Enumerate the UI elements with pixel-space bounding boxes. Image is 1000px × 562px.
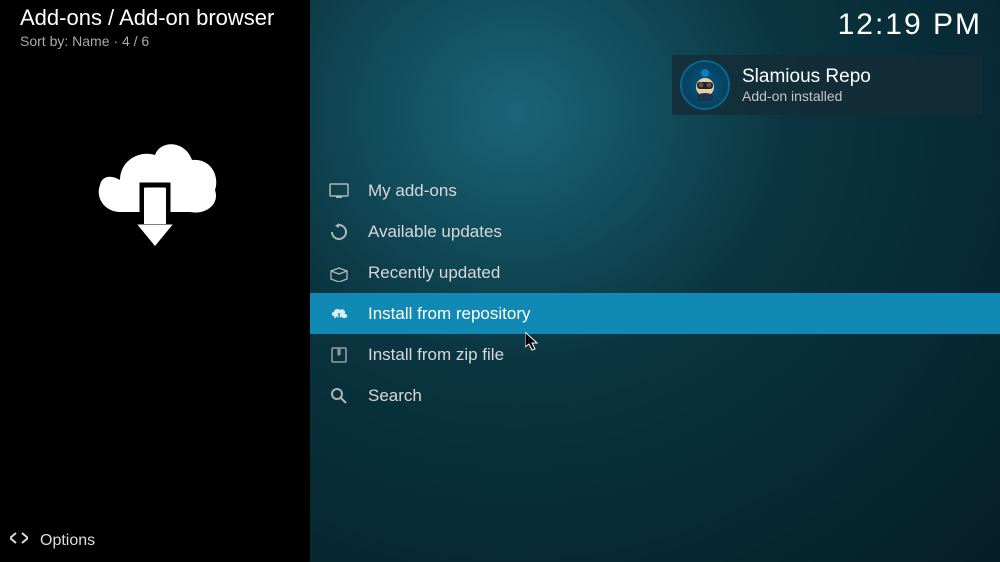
zip-icon [328, 344, 350, 366]
screen-icon [328, 180, 350, 202]
menu-label: Search [368, 386, 422, 406]
position-indicator: 4 / 6 [122, 33, 149, 49]
breadcrumb: Add-ons / Add-on browser [20, 5, 274, 31]
menu-item-install-repository[interactable]: Install from repository [310, 293, 1000, 334]
footer-options[interactable]: Options [10, 531, 95, 550]
clock: 12:19 PM [838, 8, 982, 42]
notification-toast: Slamious Repo Add-on installed [672, 55, 982, 115]
menu-item-install-zip[interactable]: Install from zip file [310, 334, 1000, 375]
menu-label: Available updates [368, 222, 502, 242]
header: Add-ons / Add-on browser Sort by: Name ·… [20, 5, 274, 49]
menu-item-available-updates[interactable]: Available updates [310, 211, 1000, 252]
options-icon [10, 531, 28, 550]
box-open-icon [328, 262, 350, 284]
menu-label: My add-ons [368, 181, 457, 201]
sidebar-panel [0, 0, 310, 562]
cloud-download-icon [328, 303, 350, 325]
sort-label: Sort by: Name [20, 33, 109, 49]
menu-label: Recently updated [368, 263, 500, 283]
menu-list: My add-ons Available updates Recently up… [310, 170, 1000, 416]
menu-label: Install from repository [368, 304, 531, 324]
download-cloud-icon [80, 130, 230, 265]
menu-item-recently-updated[interactable]: Recently updated [310, 252, 1000, 293]
refresh-icon [328, 221, 350, 243]
notification-avatar [680, 60, 730, 110]
notification-subtitle: Add-on installed [742, 88, 871, 104]
menu-item-my-addons[interactable]: My add-ons [310, 170, 1000, 211]
menu-item-search[interactable]: Search [310, 375, 1000, 416]
search-icon [328, 385, 350, 407]
footer-label: Options [40, 532, 95, 550]
menu-label: Install from zip file [368, 345, 504, 365]
notification-title: Slamious Repo [742, 66, 871, 88]
sort-info: Sort by: Name · 4 / 6 [20, 33, 274, 49]
notification-text: Slamious Repo Add-on installed [742, 66, 871, 104]
